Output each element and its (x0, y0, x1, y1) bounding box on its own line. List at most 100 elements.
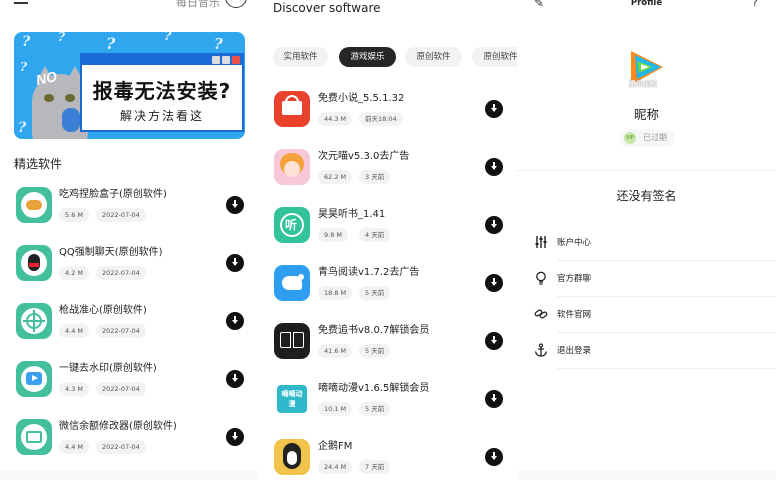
divider (517, 170, 776, 171)
didi-anime-icon: 嘀嘀动漫 (274, 381, 310, 417)
item-size: 10.1 M (318, 402, 353, 416)
item-time: 5 天前 (359, 286, 391, 300)
item-size: 44.3 M (318, 112, 353, 126)
home-panel: 每日音乐 ? ? ? ? ? ? ? NO 报毒无法安装? 解决方法看这 精选软… (0, 0, 258, 480)
list-item[interactable]: 吃鸡捏脸盒子(原创软件) 5.6 M 2022-07-04 (0, 187, 258, 245)
list-item[interactable]: 一键去水印(原创软件) 4.3 M 2022-07-04 (0, 361, 258, 419)
red-book-icon (274, 91, 310, 127)
anime-girl-icon (274, 149, 310, 185)
menu-item-logout[interactable]: 退出登录 (517, 333, 776, 369)
question-mark-icon: ? (20, 60, 28, 74)
download-icon[interactable] (485, 274, 503, 292)
list-item[interactable]: 免费小说_5.5.1.32 44.3 M 前天18:04 (258, 91, 517, 149)
menu-icon[interactable] (14, 0, 28, 4)
item-date: 2022-07-04 (96, 440, 146, 454)
question-mark-icon: ? (58, 32, 66, 44)
listen-character: 听 (285, 218, 298, 232)
menu-item-account-center[interactable]: 账户中心 (517, 225, 776, 261)
menu-item-official-group[interactable]: 官方群聊 (517, 261, 776, 297)
item-name: 枪战准心(原创软件) (59, 305, 147, 316)
vip-status-text: 已过期 (643, 133, 667, 142)
chicken-icon (16, 187, 52, 223)
menu-label: 退出登录 (557, 346, 592, 356)
menu-label: 软件官网 (557, 310, 592, 320)
item-name: 嘀嘀动漫v1.6.5解锁会员 (318, 383, 430, 394)
item-name: 免费追书v8.0.7解锁会员 (318, 325, 430, 336)
download-icon[interactable] (226, 254, 244, 272)
list-item[interactable]: 企鹅FM 24.4 M 7 天前 (258, 439, 517, 480)
download-icon[interactable] (226, 370, 244, 388)
bird-icon (274, 265, 310, 301)
download-icon[interactable] (226, 428, 244, 446)
tab-original-2[interactable]: 原创软件 (472, 47, 517, 67)
menu-item-official-site[interactable]: 软件官网 (517, 297, 776, 333)
tab-games[interactable]: 游戏娱乐 (339, 47, 396, 67)
list-item[interactable]: QQ强制聊天(原创软件) 4.2 M 2022-07-04 (0, 245, 258, 303)
item-time: 5 天前 (359, 402, 391, 416)
tab-utility[interactable]: 实用软件 (273, 47, 328, 67)
open-book-icon (274, 323, 310, 359)
menu-label: 官方群聊 (557, 274, 592, 284)
menu-label: 账户中心 (557, 238, 592, 248)
download-icon[interactable] (485, 390, 503, 408)
item-time: 7 天前 (359, 460, 391, 474)
download-icon[interactable] (485, 158, 503, 176)
download-icon[interactable] (485, 332, 503, 350)
item-name: 免费小说_5.5.1.32 (318, 93, 405, 104)
anchor-icon (534, 343, 548, 357)
vip-badge: VIP (624, 132, 636, 144)
help-icon[interactable]: ? (752, 0, 758, 9)
lightbulb-icon (536, 271, 546, 285)
page-title: Profile (630, 0, 663, 8)
sliders-icon (535, 236, 547, 248)
item-name: 企鹅FM (318, 441, 353, 452)
penguin-icon (274, 439, 310, 475)
item-size: 24.4 M (318, 460, 353, 474)
item-size: 4.2 M (59, 266, 90, 280)
item-size: 5.6 M (59, 208, 90, 222)
item-size: 18.8 M (318, 286, 353, 300)
item-size: 62.2 M (318, 170, 353, 184)
download-icon[interactable] (226, 312, 244, 330)
list-item[interactable]: 听 昊昊听书_1.41 9.8 M 4 天前 (258, 207, 517, 265)
avatar-caption: 腾讯视频 (629, 80, 657, 88)
vip-status-badge: VIP 已过期 (619, 129, 675, 147)
item-time: 5 天前 (359, 344, 391, 358)
item-time: 4 天前 (359, 228, 391, 242)
list-item[interactable]: 青鸟阅读v1.7.2去广告 18.8 M 5 天前 (258, 265, 517, 323)
didi-anime-text: 嘀嘀动漫 (281, 390, 303, 408)
item-name: 次元喵v5.3.0去广告 (318, 151, 410, 162)
music-icon[interactable] (225, 0, 247, 8)
list-item[interactable]: 微信余额修改器(原创软件) 4.4 M 2022-07-04 (0, 419, 258, 477)
download-icon[interactable] (485, 216, 503, 234)
list-item[interactable]: 嘀嘀动漫 嘀嘀动漫v1.6.5解锁会员 10.1 M 5 天前 (258, 381, 517, 439)
item-date: 2022-07-04 (96, 208, 146, 222)
banner-window: 报毒无法安装? 解决方法看这 (80, 53, 244, 132)
tab-original[interactable]: 原创软件 (405, 47, 462, 67)
profile-panel: ✎ Profile ? 腾讯视频 昵称 VIP 已过期 还没有签名 账户中心 官… (517, 0, 776, 480)
list-item[interactable]: 免费追书v8.0.7解锁会员 41.6 M 5 天前 (258, 323, 517, 381)
list-item[interactable]: 枪战准心(原创软件) 4.4 M 2022-07-04 (0, 303, 258, 361)
download-icon[interactable] (226, 196, 244, 214)
page-title: Discover software (273, 1, 381, 15)
item-name: 吃鸡捏脸盒子(原创软件) (59, 189, 167, 200)
item-name: 一键去水印(原创软件) (59, 363, 157, 374)
question-mark-icon: ? (214, 35, 223, 53)
listen-book-icon: 听 (274, 207, 310, 243)
bottom-bar (517, 470, 776, 480)
download-icon[interactable] (485, 448, 503, 466)
avatar[interactable]: 腾讯视频 (623, 45, 671, 93)
item-size: 4.4 M (59, 440, 90, 454)
link-icon (534, 309, 548, 319)
banner-subtitle: 解决方法看这 (119, 109, 204, 123)
item-time: 3 天前 (359, 170, 391, 184)
wallet-icon (16, 419, 52, 455)
download-icon[interactable] (485, 100, 503, 118)
banner-title: 报毒无法安装? (92, 79, 232, 103)
nickname: 昵称 (633, 107, 659, 122)
daily-music-label[interactable]: 每日音乐 (176, 0, 220, 10)
promo-banner[interactable]: ? ? ? ? ? ? ? NO 报毒无法安装? 解决方法看这 (14, 32, 245, 139)
item-name: QQ强制聊天(原创软件) (59, 247, 163, 258)
signature-text: 还没有签名 (616, 189, 677, 203)
list-item[interactable]: 次元喵v5.3.0去广告 62.2 M 3 天前 (258, 149, 517, 207)
